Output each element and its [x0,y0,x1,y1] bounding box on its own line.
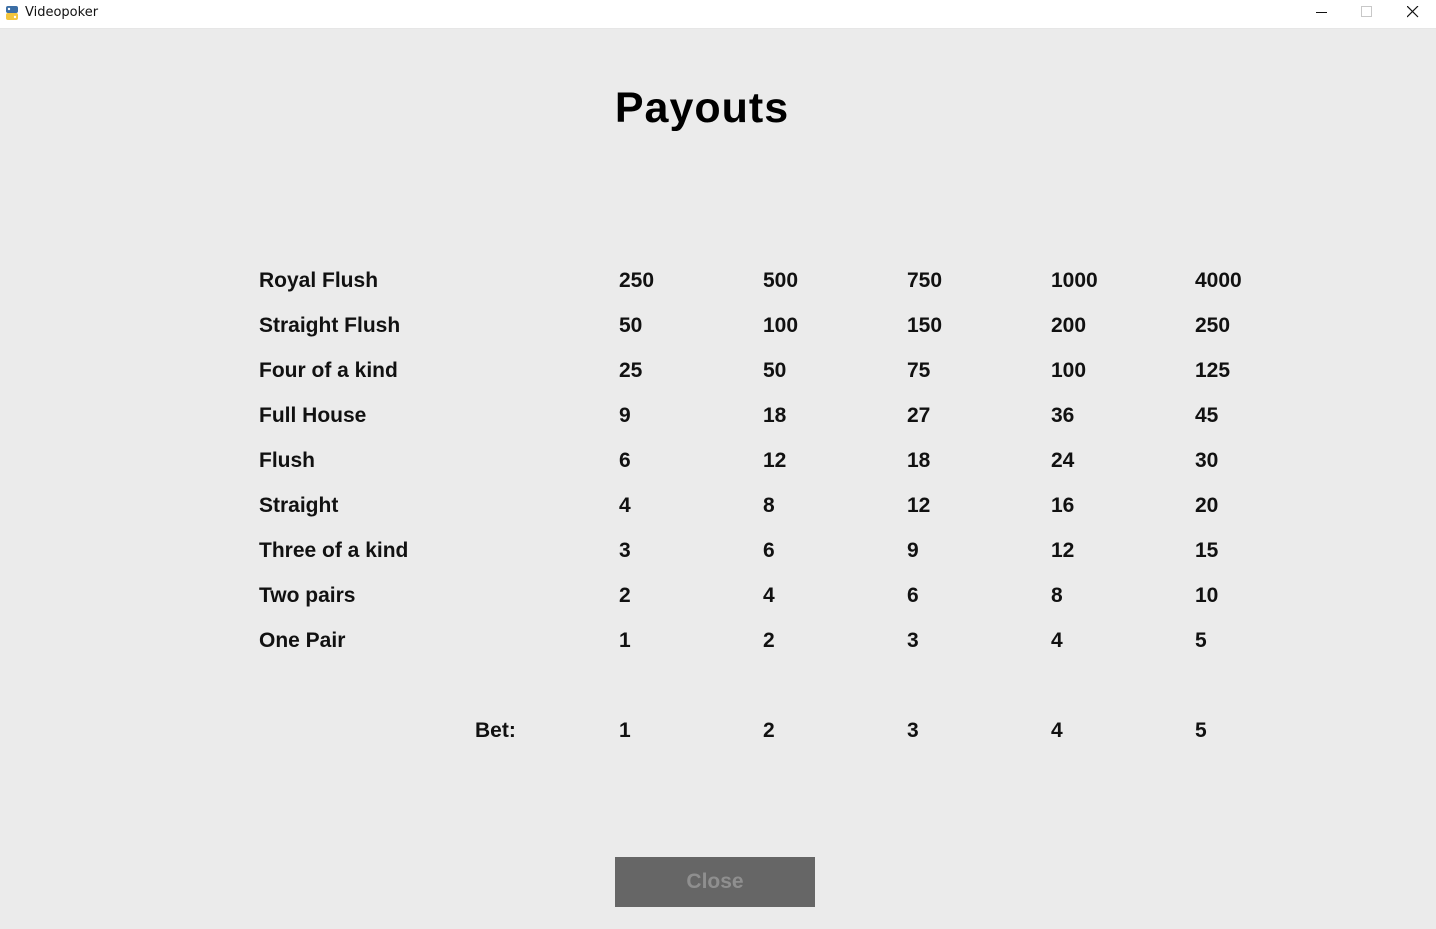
payout-value: 9 [619,404,631,427]
minimize-button[interactable] [1299,0,1345,28]
window-close-button[interactable] [1390,0,1436,28]
window-title: Videopoker [25,5,99,20]
payout-value: 50 [619,314,643,337]
payout-value: 18 [763,404,787,427]
payout-value: 36 [1051,404,1075,427]
payout-value: 4 [619,494,631,517]
payout-value: 6 [763,539,775,562]
payout-value: 50 [763,359,787,382]
hand-label: Flush [259,449,315,472]
title-bar[interactable]: Videopoker [0,0,1436,29]
payout-value: 12 [1051,539,1075,562]
payout-value: 100 [1051,359,1087,382]
hand-label: Full House [259,404,367,427]
payout-value: 20 [1195,494,1219,517]
payout-value: 5 [1195,629,1207,652]
payout-value: 30 [1195,449,1219,472]
hand-label: Three of a kind [259,539,409,562]
payout-value: 750 [907,269,943,292]
hand-label: Four of a kind [259,359,398,382]
payout-value: 8 [763,494,775,517]
bet-value: 3 [907,719,919,742]
payout-value: 250 [1195,314,1231,337]
videopoker-window: Videopoker Payouts Royal Flush 250 500 750 1… [0,0,1436,929]
payout-value: 3 [619,539,631,562]
payout-value: 18 [907,449,931,472]
payout-value: 2 [619,584,631,607]
payout-value: 10 [1195,584,1219,607]
payout-value: 250 [619,269,655,292]
python-icon [5,5,19,21]
bet-value: 2 [763,719,775,742]
payout-value: 6 [619,449,631,472]
bet-label: Bet: [475,719,516,742]
payout-value: 12 [907,494,931,517]
payout-value: 4000 [1195,269,1242,292]
close-icon [1407,6,1419,18]
payout-value: 12 [763,449,787,472]
maximize-icon [1361,6,1372,17]
page-title: Payouts [614,84,790,132]
payout-value: 45 [1195,404,1219,427]
payout-value: 15 [1195,539,1219,562]
hand-label: Straight Flush [259,314,401,337]
minimize-icon [1316,12,1327,13]
payout-value: 2 [763,629,775,652]
payout-value: 1000 [1051,269,1098,292]
payout-value: 25 [619,359,643,382]
payout-value: 100 [763,314,799,337]
hand-label: One Pair [259,629,346,652]
payout-value: 150 [907,314,943,337]
hand-label: Two pairs [259,584,356,607]
payout-value: 8 [1051,584,1063,607]
payout-value: 24 [1051,449,1075,472]
payout-value: 9 [907,539,919,562]
payout-value: 1 [619,629,631,652]
payout-value: 4 [1051,629,1063,652]
hand-label: Royal Flush [259,269,379,292]
bet-value: 1 [619,719,631,742]
payout-value: 6 [907,584,919,607]
payout-value: 125 [1195,359,1231,382]
payout-value: 4 [763,584,775,607]
bet-value: 4 [1051,719,1063,742]
payout-value: 3 [907,629,919,652]
payout-value: 27 [907,404,931,427]
hand-label: Straight [259,494,339,517]
bet-value: 5 [1195,719,1207,742]
maximize-button[interactable] [1344,0,1390,28]
payout-value: 75 [907,359,931,382]
payout-value: 16 [1051,494,1075,517]
close-button[interactable]: Close [615,857,815,907]
payout-value: 200 [1051,314,1087,337]
payout-value: 500 [763,269,799,292]
